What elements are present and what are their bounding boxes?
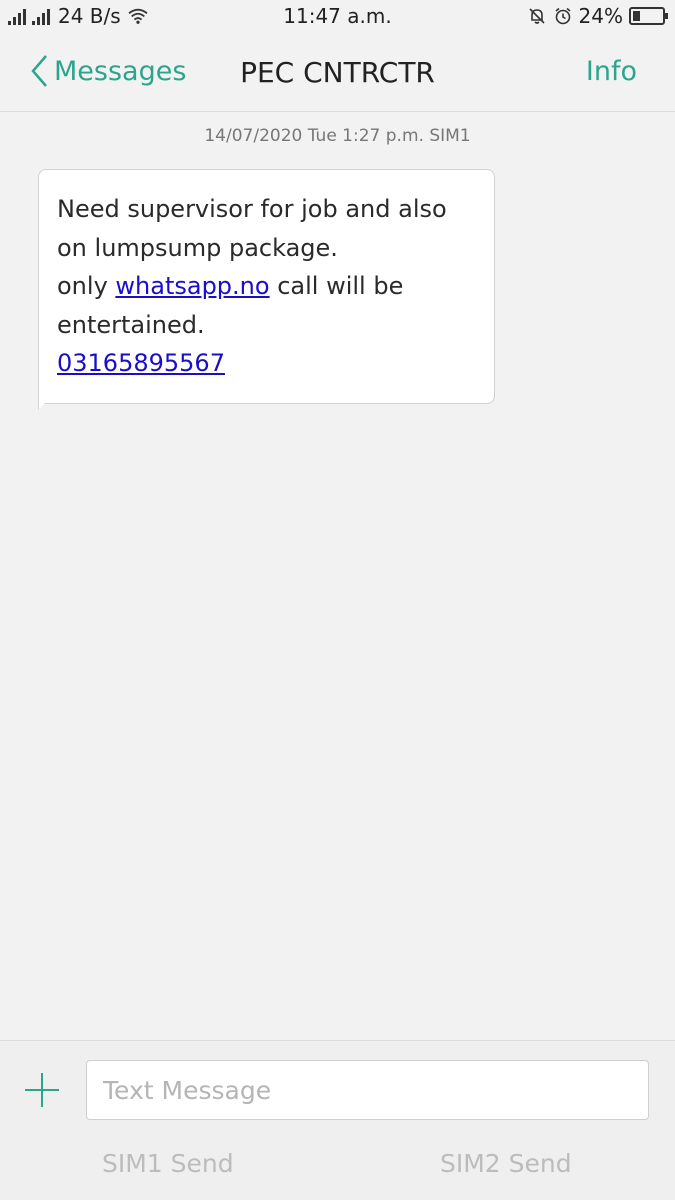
- info-button[interactable]: Info: [586, 56, 637, 87]
- contact-title: PEC CNTRCTR: [240, 56, 435, 89]
- message-line: on lumpsump package.: [57, 233, 338, 262]
- message-line: entertained.: [57, 310, 205, 339]
- message-line: Need supervisor for job and also: [57, 195, 447, 223]
- notifications-off-icon: [528, 8, 545, 24]
- alarm-icon: [555, 7, 571, 25]
- message-timestamp: 14/07/2020 Tue 1:27 p.m. SIM1: [204, 126, 471, 146]
- composer-bar: SIM1 Send SIM2 Send: [0, 1040, 675, 1200]
- message-input[interactable]: [86, 1060, 649, 1120]
- conversation-header: Messages PEC CNTRCTR Info: [0, 34, 675, 112]
- sim1-send-button[interactable]: SIM1 Send: [102, 1149, 234, 1178]
- message-text: only: [57, 272, 116, 300]
- battery-icon: [629, 7, 668, 25]
- status-right: 24%: [521, 4, 668, 28]
- message-text: call will be: [269, 272, 404, 300]
- message-line: 03165895567: [57, 344, 476, 383]
- message-bubble[interactable]: Need supervisor for job and also on lump…: [38, 169, 495, 404]
- add-attachment-icon[interactable]: [25, 1073, 59, 1107]
- phone-number-link[interactable]: 03165895567: [57, 349, 225, 377]
- sim2-send-button[interactable]: SIM2 Send: [440, 1149, 572, 1178]
- status-bar: 24 B/s 11:47 a.m. 24%: [0, 0, 675, 34]
- battery-percent: 24%: [578, 4, 623, 28]
- message-line: only whatsapp.no call will be: [57, 267, 476, 306]
- message-link[interactable]: whatsapp.no: [115, 272, 269, 300]
